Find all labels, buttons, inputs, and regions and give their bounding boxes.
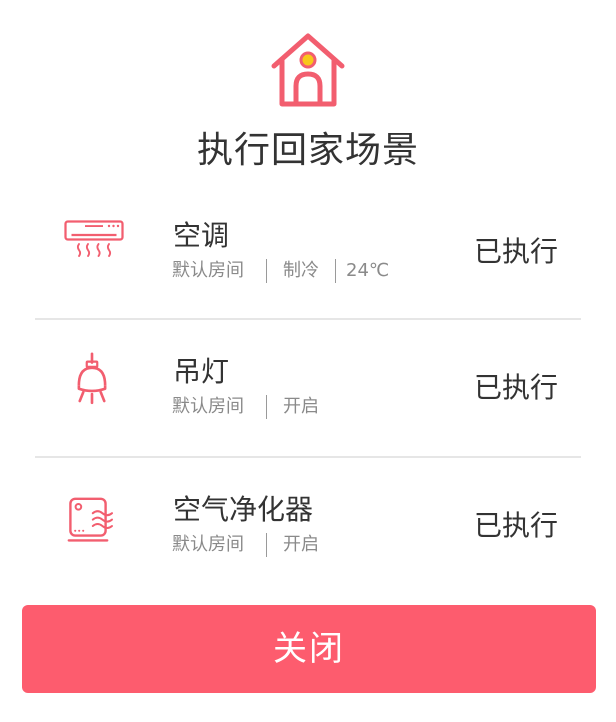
home-icon (271, 33, 345, 107)
meta-divider (335, 259, 336, 283)
device-row-air-purifier[interactable]: 空气净化器 默认房间 开启 已执行 (0, 460, 616, 592)
device-room: 默认房间 (172, 534, 244, 555)
device-room: 默认房间 (172, 260, 244, 281)
device-name: 吊灯 (173, 355, 230, 388)
air-purifier-icon (67, 497, 113, 542)
device-meta: 默认房间 制冷 24℃ (172, 259, 389, 283)
device-name: 空调 (173, 219, 230, 252)
meta-divider (266, 259, 267, 283)
pendant-lamp-icon (77, 352, 107, 405)
air-conditioner-icon (64, 220, 124, 257)
device-temperature: 24℃ (346, 260, 390, 281)
meta-divider (266, 395, 267, 419)
device-name: 空气净化器 (173, 493, 314, 526)
device-row-air-conditioner[interactable]: 空调 默认房间 制冷 24℃ 已执行 (0, 186, 616, 318)
device-state: 开启 (283, 396, 319, 417)
device-status: 已执行 (474, 509, 559, 542)
device-row-pendant-lamp[interactable]: 吊灯 默认房间 开启 已执行 (0, 322, 616, 454)
device-meta: 默认房间 开启 (172, 395, 319, 419)
close-button[interactable]: 关闭 (22, 605, 596, 693)
divider (35, 456, 581, 458)
device-state: 开启 (283, 534, 319, 555)
device-status: 已执行 (474, 371, 559, 404)
page-title: 执行回家场景 (196, 130, 419, 171)
divider (35, 318, 581, 320)
device-room: 默认房间 (172, 396, 244, 417)
meta-divider (266, 533, 267, 557)
device-meta: 默认房间 开启 (172, 533, 319, 557)
device-mode: 制冷 (283, 260, 319, 281)
device-status: 已执行 (474, 235, 559, 268)
